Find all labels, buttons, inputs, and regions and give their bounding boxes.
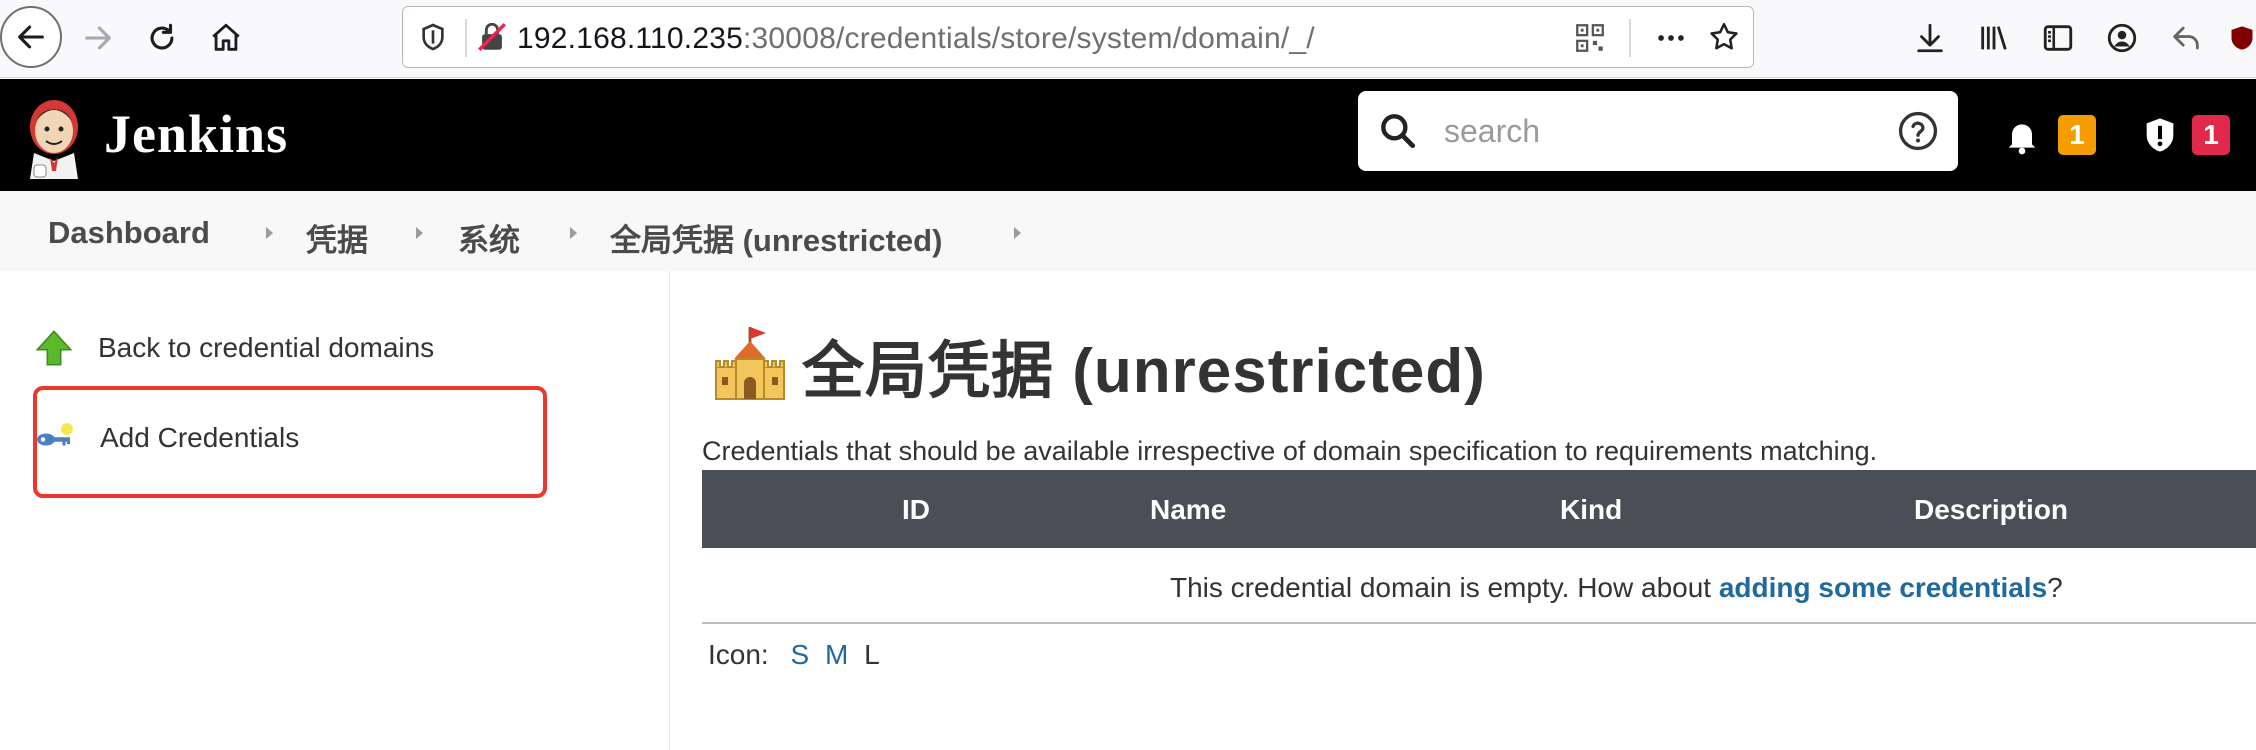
browser-toolbar: 192.168.110.235:30008/credentials/store/… bbox=[0, 0, 2256, 78]
help-icon[interactable] bbox=[1896, 109, 1940, 153]
url-separator bbox=[465, 19, 467, 57]
more-actions-icon[interactable] bbox=[1653, 21, 1689, 55]
breadcrumb-global-domain[interactable]: 全局凭据 (unrestricted) bbox=[610, 215, 942, 260]
forward-arrow-icon bbox=[85, 26, 111, 50]
back-arrow-icon bbox=[18, 25, 44, 49]
reload-button[interactable] bbox=[130, 6, 194, 70]
green-up-arrow-icon bbox=[35, 330, 73, 366]
sidebar-toggle-icon bbox=[2043, 25, 2073, 51]
page-title: 全局凭据 (unrestricted) bbox=[802, 337, 1486, 406]
breadcrumb-system[interactable]: 系统 bbox=[458, 215, 520, 260]
icon-size-label: Icon: bbox=[708, 639, 769, 670]
account-button[interactable] bbox=[2098, 14, 2146, 62]
icon-size-medium-link[interactable]: M bbox=[825, 639, 848, 670]
back-to-credential-domains-link[interactable]: Back to credential domains bbox=[34, 318, 434, 378]
empty-message-suffix: ? bbox=[2047, 572, 2063, 603]
security-count-badge[interactable]: 1 bbox=[2192, 115, 2230, 155]
notification-bell-icon[interactable] bbox=[2002, 115, 2042, 157]
search-box bbox=[1358, 91, 1958, 171]
jenkins-logo[interactable] bbox=[20, 91, 90, 181]
domain-description: Credentials that should be available irr… bbox=[702, 436, 1878, 466]
sidebar-button[interactable] bbox=[2034, 14, 2082, 62]
reload-icon bbox=[150, 23, 174, 50]
breadcrumb-arrow-icon[interactable] bbox=[416, 227, 423, 239]
castle-icon bbox=[715, 327, 785, 400]
ublock-icon bbox=[2231, 26, 2253, 50]
home-icon bbox=[212, 23, 240, 51]
table-empty-row: This credential domain is empty. How abo… bbox=[702, 548, 2256, 624]
breadcrumb: Dashboard 凭据 系统 全局凭据 (unrestricted) bbox=[0, 191, 2256, 271]
icon-size-small-link[interactable]: S bbox=[790, 639, 809, 670]
column-description[interactable]: Description bbox=[1914, 494, 2068, 526]
account-icon bbox=[2107, 23, 2137, 53]
empty-message: This credential domain is empty. How abo… bbox=[1170, 572, 2063, 604]
qr-code-icon[interactable] bbox=[1573, 21, 1607, 55]
jenkins-header: Jenkins 1 1 bbox=[0, 79, 2256, 191]
notification-count-badge[interactable]: 1 bbox=[2058, 115, 2096, 155]
search-icon bbox=[1381, 114, 1416, 149]
column-kind[interactable]: Kind bbox=[1560, 494, 1622, 526]
url-path: :30008/credentials/store/system/domain/_… bbox=[743, 22, 1315, 55]
column-name[interactable]: Name bbox=[1150, 494, 1226, 526]
forward-button[interactable] bbox=[66, 6, 130, 70]
security-shield-icon[interactable] bbox=[2140, 113, 2180, 157]
address-bar[interactable]: 192.168.110.235:30008/credentials/store/… bbox=[402, 6, 1754, 68]
library-button[interactable] bbox=[1970, 14, 2018, 62]
insecure-lock-icon bbox=[478, 22, 506, 51]
empty-message-prefix: This credential domain is empty. How abo… bbox=[1170, 572, 1719, 603]
back-to-credential-domains-label: Back to credential domains bbox=[98, 332, 435, 363]
bookmark-star-icon[interactable] bbox=[1707, 20, 1741, 54]
ublock-button[interactable] bbox=[2228, 14, 2256, 62]
adding-some-credentials-link[interactable]: adding some credentials bbox=[1719, 572, 2047, 603]
shield-icon bbox=[422, 23, 444, 51]
column-id[interactable]: ID bbox=[902, 494, 930, 526]
library-icon bbox=[1981, 26, 2007, 50]
breadcrumb-arrow-icon[interactable] bbox=[1014, 227, 1021, 239]
annotation-highlight-box bbox=[33, 386, 547, 498]
back-button[interactable] bbox=[0, 6, 62, 68]
icon-size-selector: Icon: S M L bbox=[708, 639, 880, 671]
page-header: 全局凭据 (unrestricted) bbox=[710, 320, 1486, 410]
share-back-button[interactable] bbox=[2162, 14, 2210, 62]
search-input[interactable] bbox=[1444, 107, 1844, 155]
breadcrumb-credentials[interactable]: 凭据 bbox=[306, 215, 368, 260]
url-separator-right bbox=[1629, 19, 1631, 57]
credentials-table-header: ID Name Kind Description bbox=[702, 470, 2256, 548]
url-text: 192.168.110.235:30008/credentials/store/… bbox=[517, 22, 1315, 56]
jenkins-title[interactable]: Jenkins bbox=[104, 103, 288, 165]
icon-size-large-current: L bbox=[864, 639, 880, 670]
jenkins-butler-icon bbox=[30, 100, 78, 179]
breadcrumb-arrow-icon[interactable] bbox=[266, 227, 273, 239]
downloads-button[interactable] bbox=[1906, 14, 1954, 62]
breadcrumb-arrow-icon[interactable] bbox=[570, 227, 577, 239]
home-button[interactable] bbox=[194, 6, 258, 70]
url-host: 192.168.110.235 bbox=[517, 22, 743, 55]
reply-arrow-icon bbox=[2173, 26, 2199, 50]
download-icon bbox=[1917, 23, 1943, 53]
breadcrumb-dashboard[interactable]: Dashboard bbox=[48, 215, 210, 251]
